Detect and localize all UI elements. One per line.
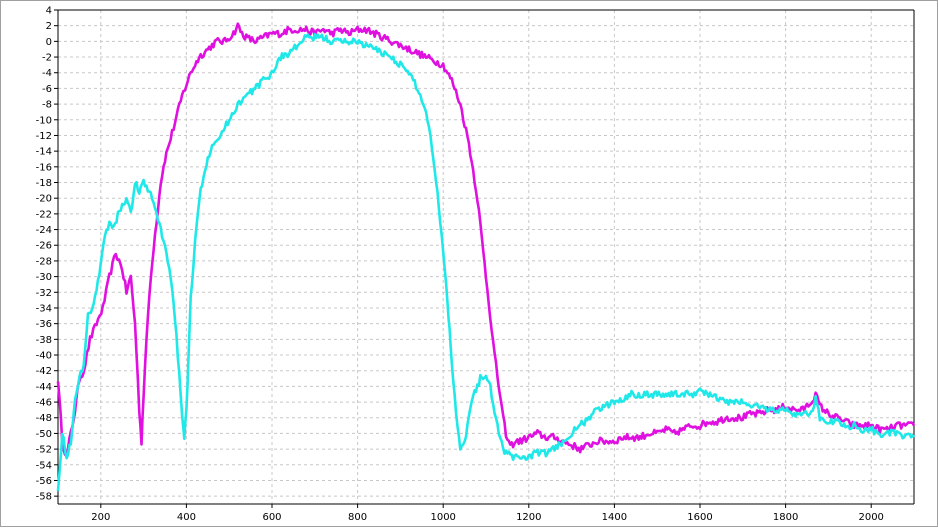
y-tick-label: -42 bbox=[36, 366, 52, 377]
y-tick-label: -46 bbox=[36, 398, 52, 409]
y-tick-label: -4 bbox=[42, 68, 52, 79]
y-tick-label: -22 bbox=[36, 209, 52, 220]
y-tick-label: -12 bbox=[36, 131, 52, 142]
y-tick-label: 0 bbox=[46, 37, 52, 48]
x-tick-label: 1600 bbox=[687, 512, 712, 523]
spectrum-chart: 4 2 0 -2 -4 -6 -8 -10 -12 -14 -16 -18 -20 -22 -24 -26 -2… bbox=[36, 6, 916, 523]
y-tick-label: 4 bbox=[46, 6, 52, 17]
y-tick-label: -48 bbox=[36, 413, 52, 424]
y-tick-label: -58 bbox=[36, 492, 52, 503]
y-tick-label: -28 bbox=[36, 256, 52, 267]
chart-frame: 4 2 0 -2 -4 -6 -8 -10 -12 -14 -16 -18 -20 -22 -24 -26 -2… bbox=[0, 0, 938, 527]
y-tick-label: -2 bbox=[42, 53, 52, 64]
y-tick-label: -8 bbox=[42, 100, 52, 111]
y-tick-label: -26 bbox=[36, 241, 52, 252]
x-tick-label: 600 bbox=[262, 512, 281, 523]
x-tick-label: 1000 bbox=[430, 512, 455, 523]
x-tick-label: 1400 bbox=[602, 512, 627, 523]
y-tick-label: -6 bbox=[42, 84, 52, 95]
y-tick-label: -24 bbox=[36, 225, 52, 236]
x-tick-label: 200 bbox=[91, 512, 110, 523]
x-tick-label: 400 bbox=[177, 512, 196, 523]
y-tick-label: -20 bbox=[36, 194, 52, 205]
y-tick-label: -14 bbox=[36, 147, 52, 158]
y-tick-label: -52 bbox=[36, 445, 52, 456]
y-tick-label: -30 bbox=[36, 272, 52, 283]
y-tick-label: -44 bbox=[36, 382, 52, 393]
y-tick-label: -56 bbox=[36, 476, 52, 487]
x-tick-label: 800 bbox=[348, 512, 367, 523]
y-tick-label: 2 bbox=[46, 21, 52, 32]
y-tick-label: -40 bbox=[36, 351, 52, 362]
y-tick-label: -54 bbox=[36, 460, 52, 471]
y-tick-label: -32 bbox=[36, 288, 52, 299]
y-tick-label: -34 bbox=[36, 303, 52, 314]
y-tick-label: -38 bbox=[36, 335, 52, 346]
y-tick-label: -18 bbox=[36, 178, 52, 189]
y-tick-label: -50 bbox=[36, 429, 52, 440]
y-tick-label: -36 bbox=[36, 319, 52, 330]
y-tick-label: -16 bbox=[36, 162, 52, 173]
x-tick-label: 2000 bbox=[858, 512, 883, 523]
x-tick-label: 1800 bbox=[773, 512, 798, 523]
x-tick-label: 1200 bbox=[516, 512, 541, 523]
y-tick-label: -10 bbox=[36, 115, 52, 126]
